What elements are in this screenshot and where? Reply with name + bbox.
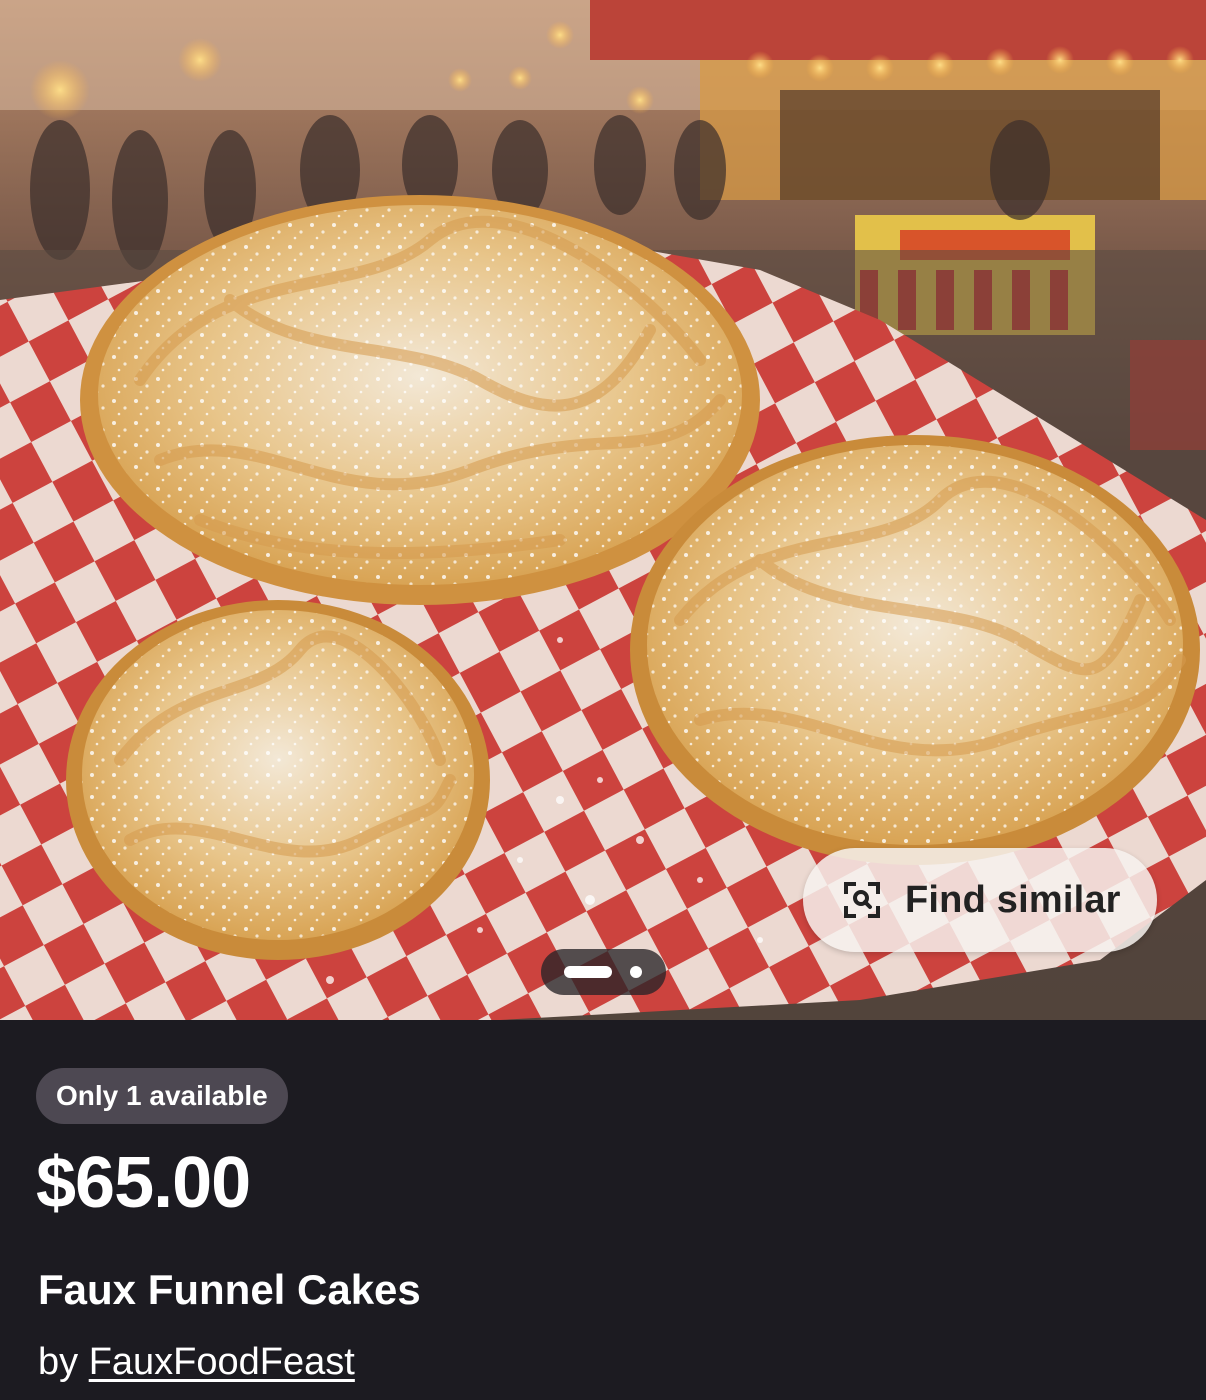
find-similar-button[interactable]: Find similar	[803, 848, 1157, 952]
listing-details: Only 1 available $65.00 Faux Funnel Cake…	[0, 1020, 1206, 1400]
pagination-dot-active[interactable]	[564, 966, 612, 978]
listing-title: Faux Funnel Cakes	[38, 1266, 421, 1313]
carousel-pagination[interactable]	[541, 949, 666, 995]
availability-badge: Only 1 available	[36, 1068, 288, 1124]
shop-name-link[interactable]: FauxFoodFeast	[89, 1341, 355, 1383]
visual-search-icon	[843, 881, 881, 919]
shop-byline: by FauxFoodFeast	[38, 1338, 355, 1386]
byline-prefix: by	[38, 1341, 89, 1383]
find-similar-label: Find similar	[905, 878, 1121, 921]
listing-price: $65.00	[36, 1143, 251, 1223]
pagination-dot[interactable]	[630, 966, 642, 978]
product-image-carousel[interactable]: Find similar	[0, 0, 1206, 1020]
